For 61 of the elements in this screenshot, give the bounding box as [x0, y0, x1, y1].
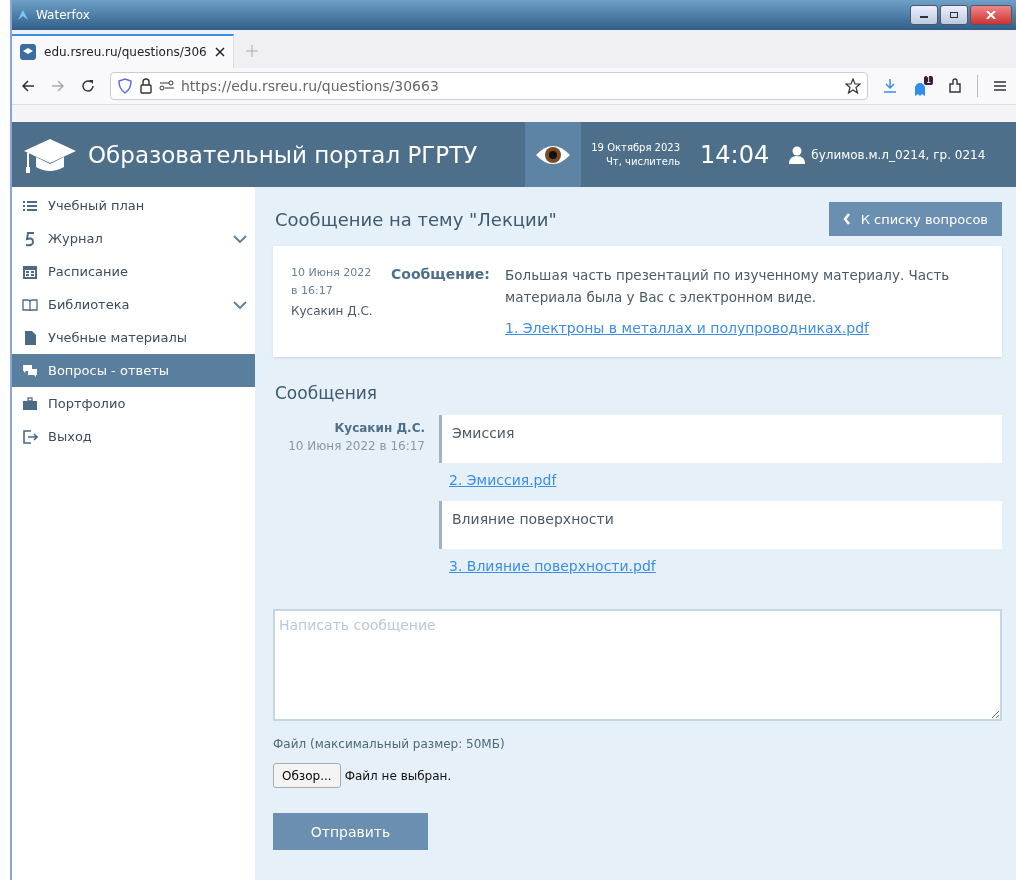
minimize-button[interactable] [910, 5, 938, 25]
sidebar-item[interactable]: Вопросы - ответы [12, 354, 255, 387]
chevron-left-icon [842, 213, 851, 225]
browser-tab[interactable]: edu.rsreu.ru/questions/306 [12, 34, 234, 68]
briefcase-icon [22, 395, 38, 412]
accessibility-button[interactable] [525, 122, 582, 187]
user-icon [789, 145, 806, 164]
sidebar-item[interactable]: Учебные материалы [12, 321, 255, 354]
message-text: Большая часть презентаций по изученному материалу. Часть материала была у Вас с электронном виде. [505, 266, 951, 307]
download-icon[interactable] [882, 78, 898, 94]
maximize-icon [949, 11, 959, 19]
clock-text: 14:04 [700, 140, 770, 169]
close-tab-icon[interactable] [214, 47, 225, 57]
book-icon [22, 296, 38, 313]
post-author: Кусакин Д.С. [291, 303, 374, 320]
bookmark-star-icon[interactable] [845, 78, 861, 94]
message-date: 10 Июня 2022 в 16:17 [288, 439, 425, 453]
lock-icon [139, 78, 153, 94]
document-icon [22, 329, 38, 346]
message-label: Сообщение: [391, 265, 491, 284]
calendar-icon [22, 263, 38, 280]
url-text: https://edu.rsreu.ru/questions/30663 [181, 78, 439, 94]
sidebar-item[interactable]: Выход [12, 420, 255, 453]
sidebar-item[interactable]: Расписание [12, 255, 255, 288]
message-text: Эмиссия [452, 425, 515, 441]
exit-icon [22, 428, 38, 445]
week-text: Чт, числитель [605, 154, 681, 169]
app-logo-icon [16, 8, 30, 22]
sidebar-item[interactable]: Библиотека [12, 288, 255, 321]
post-time: в 16:17 [291, 283, 334, 299]
sidebar-item[interactable]: Учебный план [12, 189, 255, 222]
browse-button[interactable]: Обзор... [273, 763, 341, 788]
address-bar[interactable]: https://edu.rsreu.ru/questions/30663 [110, 72, 868, 100]
sidebar-item[interactable]: Портфолио [12, 387, 255, 420]
reload-icon[interactable] [80, 78, 96, 94]
message-text: Влияние поверхности [452, 511, 614, 527]
maximize-button[interactable] [940, 5, 968, 25]
back-icon[interactable] [20, 78, 36, 94]
extension-button[interactable]: 1 [912, 75, 933, 97]
file-size-label: Файл (максимальный размер: 50МБ) [273, 737, 506, 751]
portal-title: Образовательный портал РГРТУ [88, 141, 478, 168]
notification-badge: 1 [923, 75, 933, 85]
sidebar-item[interactable]: Журнал [12, 222, 255, 255]
post-date: 10 Июня 2022 [291, 265, 373, 281]
shield-icon [117, 78, 133, 94]
message-author: Кусакин Д.С. [334, 421, 425, 435]
close-button[interactable] [970, 5, 1012, 25]
menu-icon[interactable] [992, 78, 1008, 94]
permissions-icon [159, 80, 175, 92]
favicon-icon [20, 44, 36, 60]
messages-heading: Сообщения [275, 383, 379, 403]
message-input[interactable]: Написать сообщение [273, 609, 1002, 721]
chat-icon [22, 362, 38, 379]
ghost-icon [912, 80, 928, 97]
date-text: 19 Октября 2023 [591, 140, 681, 155]
user-name[interactable]: булимов.м.л_0214, гр. 0214 [811, 147, 986, 162]
page-title: Сообщение на тему "Лекции" [275, 208, 557, 230]
close-icon [986, 11, 996, 19]
extensions-icon[interactable] [947, 78, 963, 94]
file-status: Файл не выбран. [344, 768, 452, 783]
window-title: Waterfox [36, 8, 90, 22]
